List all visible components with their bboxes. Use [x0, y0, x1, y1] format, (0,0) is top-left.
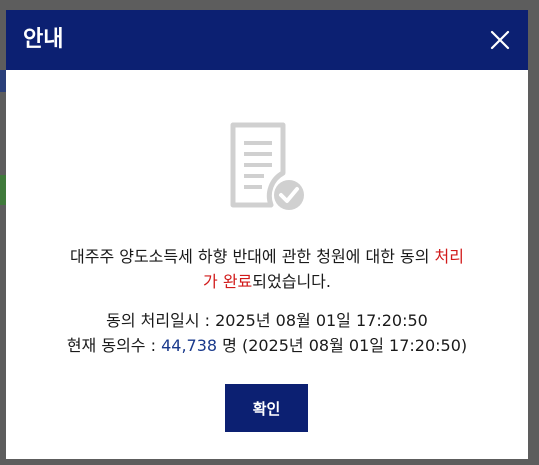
dialog-title: 안내: [23, 27, 64, 52]
count-suffix: 명 (2025년 08월 01일 17:20:50): [217, 336, 468, 355]
dialog-header: 안내: [6, 10, 528, 70]
message-highlight: 처리: [434, 247, 464, 266]
message-text: 되었습니다.: [252, 272, 331, 291]
message-highlight: 가 완료: [203, 272, 253, 291]
processed-datetime: 2025년 08월 01일 17:20:50: [215, 311, 428, 330]
confirm-button[interactable]: 확인: [225, 384, 308, 432]
consent-info: 동의 처리일시 : 2025년 08월 01일 17:20:50 현재 동의수 …: [6, 308, 528, 358]
message-text: 대주주 양도소득세 하향 반대에 관한 청원에 대한 동의: [70, 247, 435, 266]
completion-message: 대주주 양도소득세 하향 반대에 관한 청원에 대한 동의 처리 가 완료되었습…: [6, 244, 528, 294]
count-label: 현재 동의수 :: [66, 336, 162, 355]
close-button[interactable]: [486, 26, 514, 54]
document-check-icon: [229, 121, 305, 211]
processed-label: 동의 처리일시 :: [106, 311, 216, 330]
notice-dialog: 안내 대주주 양도소득세 하향 반대에 관한 청원에 대한 동의 처리 가 완료…: [6, 10, 528, 459]
consent-count: 44,738: [161, 336, 218, 355]
page-background: 안내 대주주 양도소득세 하향 반대에 관한 청원에 대한 동의 처리 가 완료…: [0, 0, 539, 465]
close-icon: [490, 30, 510, 50]
